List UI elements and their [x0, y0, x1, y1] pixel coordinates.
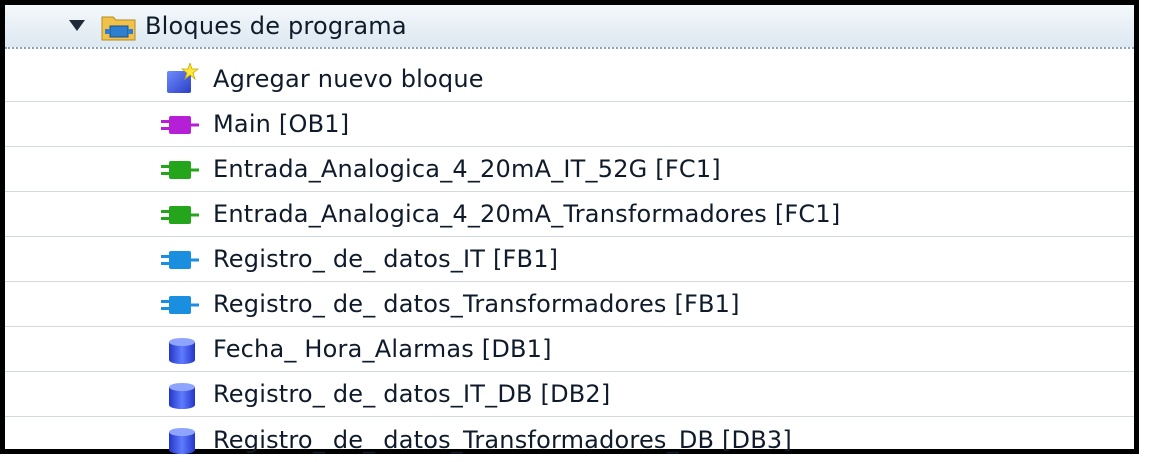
tree-item-db2[interactable]: Registro_ de_ datos_IT_DB [DB2]: [5, 372, 1134, 417]
tree-item-db1[interactable]: Fecha_ Hora_Alarmas [DB1]: [5, 327, 1134, 372]
db-block-icon: [169, 428, 195, 454]
tree-item-fc1-it-52g[interactable]: Entrada_Analogica_4_20mA_IT_52G [FC1]: [5, 147, 1134, 192]
tree-item-db3[interactable]: Registro_ de_ datos_Transformadores_DB […: [5, 417, 1134, 462]
ob-block-icon: [161, 116, 199, 134]
db-block-icon: [169, 338, 195, 364]
tree-item-label: Agregar nuevo bloque: [213, 65, 484, 93]
tree-item-label: Entrada_Analogica_4_20mA_IT_52G [FC1]: [213, 155, 721, 183]
tree-item-label: Registro_ de_ datos_Transformadores [FB1…: [213, 290, 740, 318]
tree-item-label: Registro_ de_ datos_IT_DB [DB2]: [213, 380, 611, 408]
fc-block-icon: [161, 206, 199, 224]
tree-item-main-ob1[interactable]: Main [OB1]: [5, 102, 1134, 147]
fb-block-icon: [161, 251, 199, 269]
tree-item-label: Registro_ de_ datos_Transformadores_DB […: [213, 425, 792, 454]
fb-block-icon: [161, 296, 199, 314]
tree-folder-program-blocks[interactable]: Bloques de programa: [5, 5, 1134, 49]
tree-item-fc1-transformadores[interactable]: Entrada_Analogica_4_20mA_Transformadores…: [5, 192, 1134, 237]
tree-item-label: Main [OB1]: [213, 110, 350, 138]
tree-item-label: Fecha_ Hora_Alarmas [DB1]: [213, 335, 552, 363]
fc-block-icon: [161, 161, 199, 179]
db-block-icon: [169, 383, 195, 409]
tree-folder-label: Bloques de programa: [145, 12, 407, 40]
tree-item-label: Registro_ de_ datos_IT [FB1]: [213, 245, 559, 273]
expand-arrow-icon[interactable]: [69, 20, 85, 31]
folder-blocks-icon: [101, 16, 136, 41]
tree-item-label: Entrada_Analogica_4_20mA_Transformadores…: [213, 200, 841, 228]
tree-item-add-new-block[interactable]: Agregar nuevo bloque: [5, 57, 1134, 102]
project-tree: Bloques de programa Agregar nuevo bloque…: [0, 0, 1139, 454]
add-block-icon: [167, 63, 199, 93]
tree-item-fb1-transformadores[interactable]: Registro_ de_ datos_Transformadores [FB1…: [5, 282, 1134, 327]
tree-item-fb1-it[interactable]: Registro_ de_ datos_IT [FB1]: [5, 237, 1134, 282]
